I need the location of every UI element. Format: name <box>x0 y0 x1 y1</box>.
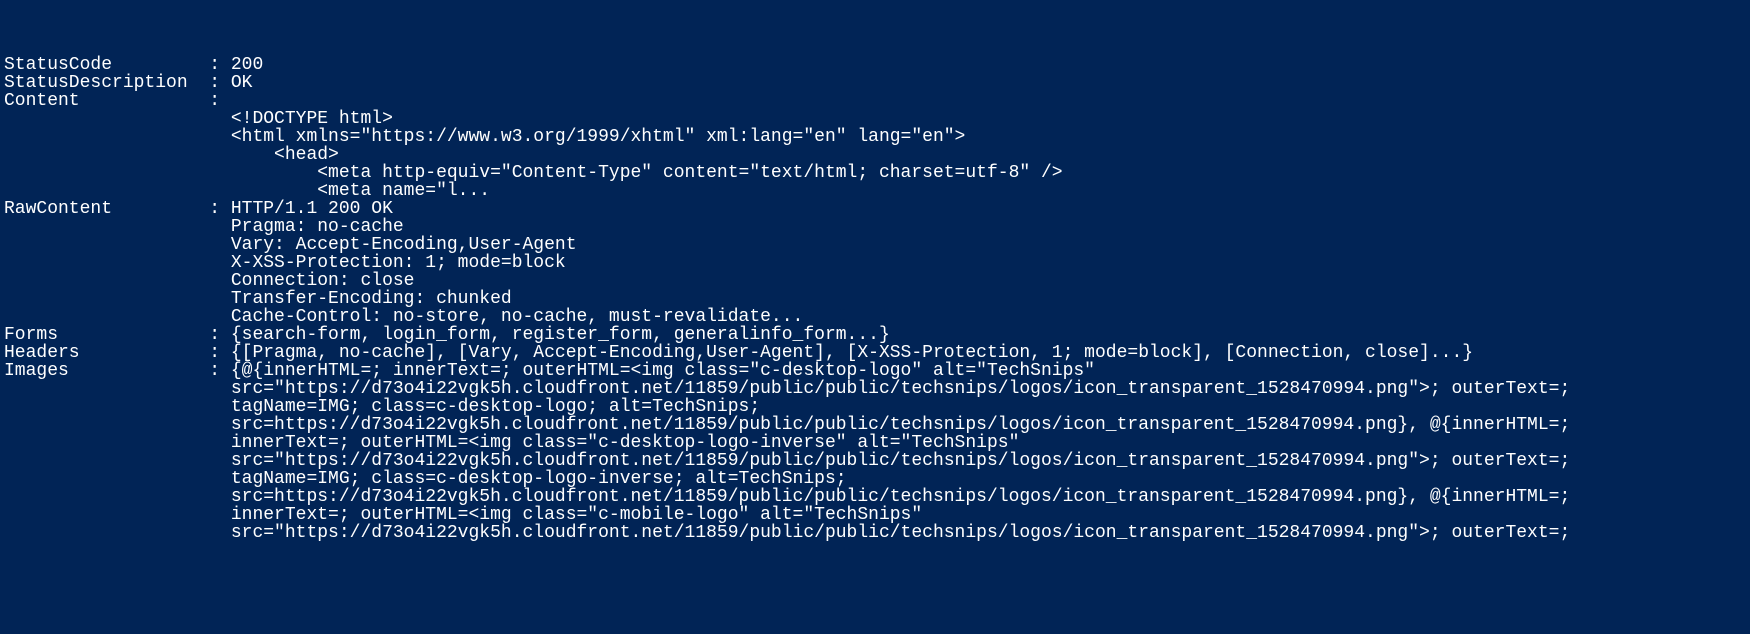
property-value-continuation: innerText=; outerHTML=<img class="c-desk… <box>231 433 1020 453</box>
property-value-continuation: src="https://d73o4i22vgk5h.cloudfront.ne… <box>231 379 1570 399</box>
indent <box>4 127 231 147</box>
output-line: Images : {@{innerHTML=; innerText=; oute… <box>4 362 1746 380</box>
output-line: <!DOCTYPE html> <box>4 110 1746 128</box>
terminal-output: StatusCode : 200StatusDescription : OKCo… <box>4 56 1746 542</box>
property-value-continuation: tagName=IMG; class=c-desktop-logo-invers… <box>231 469 847 489</box>
property-value-continuation: src=https://d73o4i22vgk5h.cloudfront.net… <box>231 487 1570 507</box>
output-line: Content : <box>4 92 1746 110</box>
indent <box>4 433 231 453</box>
indent <box>4 379 231 399</box>
colon-separator: : <box>209 91 231 111</box>
property-value-continuation: tagName=IMG; class=c-desktop-logo; alt=T… <box>231 397 760 417</box>
output-line: <head> <box>4 146 1746 164</box>
property-value-continuation: <!DOCTYPE html> <box>231 109 393 129</box>
property-value-continuation: <meta http-equiv="Content-Type" content=… <box>231 163 1063 183</box>
indent <box>4 109 231 129</box>
output-line: src="https://d73o4i22vgk5h.cloudfront.ne… <box>4 524 1746 542</box>
colon-separator: : <box>209 55 231 75</box>
indent <box>4 235 231 255</box>
property-value: {search-form, login_form, register_form,… <box>231 325 890 345</box>
output-line: Transfer-Encoding: chunked <box>4 290 1746 308</box>
output-line: tagName=IMG; class=c-desktop-logo-invers… <box>4 470 1746 488</box>
colon-separator: : <box>209 361 231 381</box>
indent <box>4 181 231 201</box>
colon-separator: : <box>209 325 231 345</box>
property-key: RawContent <box>4 199 209 219</box>
indent <box>4 271 231 291</box>
property-key: Forms <box>4 325 209 345</box>
output-line: StatusCode : 200 <box>4 56 1746 74</box>
property-value-continuation: <meta name="l... <box>231 181 490 201</box>
property-value-continuation: <html xmlns="https://www.w3.org/1999/xht… <box>231 127 966 147</box>
output-line: src="https://d73o4i22vgk5h.cloudfront.ne… <box>4 380 1746 398</box>
indent <box>4 415 231 435</box>
property-value-continuation: Transfer-Encoding: chunked <box>231 289 512 309</box>
output-line: tagName=IMG; class=c-desktop-logo; alt=T… <box>4 398 1746 416</box>
property-key: StatusDescription <box>4 73 209 93</box>
output-line: Pragma: no-cache <box>4 218 1746 236</box>
property-value: OK <box>231 73 253 93</box>
output-line: Headers : {[Pragma, no-cache], [Vary, Ac… <box>4 344 1746 362</box>
property-key: Content <box>4 91 209 111</box>
property-value-continuation: src=https://d73o4i22vgk5h.cloudfront.net… <box>231 415 1570 435</box>
property-value-continuation: Pragma: no-cache <box>231 217 404 237</box>
property-value-continuation: innerText=; outerHTML=<img class="c-mobi… <box>231 505 922 525</box>
indent <box>4 487 231 507</box>
property-value-continuation: Connection: close <box>231 271 415 291</box>
indent <box>4 451 231 471</box>
property-value-continuation: src="https://d73o4i22vgk5h.cloudfront.ne… <box>231 523 1570 543</box>
property-value: {@{innerHTML=; innerText=; outerHTML=<im… <box>231 361 1095 381</box>
output-line: innerText=; outerHTML=<img class="c-desk… <box>4 434 1746 452</box>
indent <box>4 307 231 327</box>
output-line: Forms : {search-form, login_form, regist… <box>4 326 1746 344</box>
colon-separator: : <box>209 73 231 93</box>
indent <box>4 469 231 489</box>
output-line: <meta http-equiv="Content-Type" content=… <box>4 164 1746 182</box>
indent <box>4 397 231 417</box>
output-line: <html xmlns="https://www.w3.org/1999/xht… <box>4 128 1746 146</box>
output-line: src="https://d73o4i22vgk5h.cloudfront.ne… <box>4 452 1746 470</box>
output-line: X-XSS-Protection: 1; mode=block <box>4 254 1746 272</box>
indent <box>4 217 231 237</box>
output-line: Cache-Control: no-store, no-cache, must-… <box>4 308 1746 326</box>
property-value-continuation: <head> <box>231 145 339 165</box>
output-line: RawContent : HTTP/1.1 200 OK <box>4 200 1746 218</box>
property-key: Headers <box>4 343 209 363</box>
indent <box>4 253 231 273</box>
output-line: src=https://d73o4i22vgk5h.cloudfront.net… <box>4 488 1746 506</box>
property-value: {[Pragma, no-cache], [Vary, Accept-Encod… <box>231 343 1473 363</box>
indent <box>4 289 231 309</box>
indent <box>4 505 231 525</box>
colon-separator: : <box>209 199 231 219</box>
property-value: HTTP/1.1 200 OK <box>231 199 393 219</box>
output-line: Vary: Accept-Encoding,User-Agent <box>4 236 1746 254</box>
output-line: innerText=; outerHTML=<img class="c-mobi… <box>4 506 1746 524</box>
output-line: src=https://d73o4i22vgk5h.cloudfront.net… <box>4 416 1746 434</box>
indent <box>4 523 231 543</box>
property-key: Images <box>4 361 209 381</box>
output-line: StatusDescription : OK <box>4 74 1746 92</box>
colon-separator: : <box>209 343 231 363</box>
property-value-continuation: Cache-Control: no-store, no-cache, must-… <box>231 307 804 327</box>
output-line: <meta name="l... <box>4 182 1746 200</box>
property-value-continuation: X-XSS-Protection: 1; mode=block <box>231 253 566 273</box>
property-key: StatusCode <box>4 55 209 75</box>
indent <box>4 163 231 183</box>
property-value: 200 <box>231 55 263 75</box>
indent <box>4 145 231 165</box>
output-line: Connection: close <box>4 272 1746 290</box>
property-value-continuation: Vary: Accept-Encoding,User-Agent <box>231 235 577 255</box>
property-value-continuation: src="https://d73o4i22vgk5h.cloudfront.ne… <box>231 451 1570 471</box>
